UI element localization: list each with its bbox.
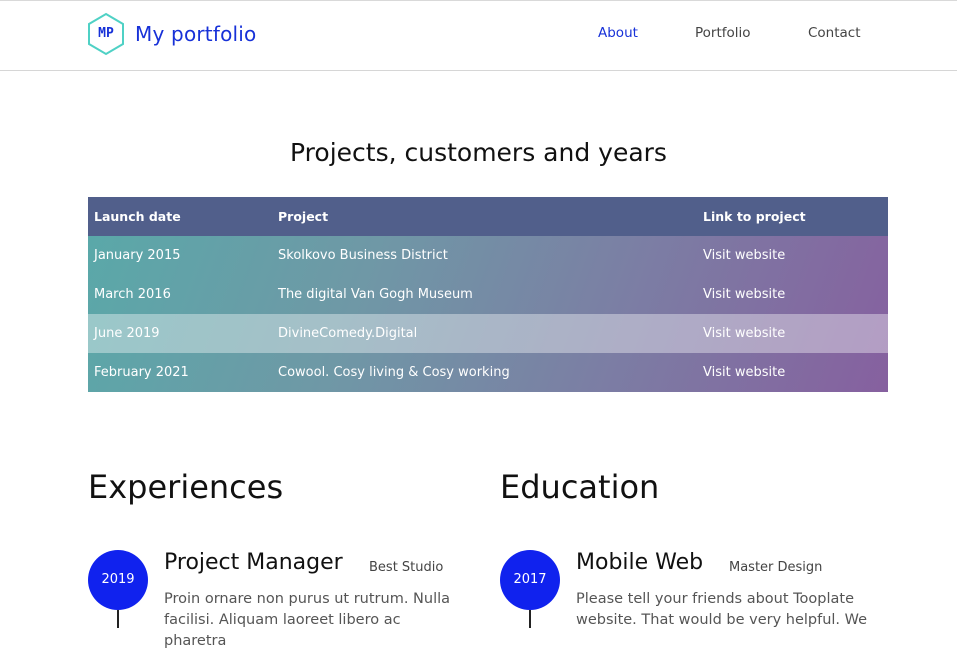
visit-website-link[interactable]: Visit website [703,236,785,275]
timeline-line [117,610,119,628]
visit-website-link[interactable]: Visit website [703,314,785,353]
row-date: March 2016 [94,287,171,302]
table-row: June 2019 DivineComedy.Digital Visit web… [88,314,888,353]
table-row: February 2021 Cowool. Cosy living & Cosy… [88,353,888,392]
timeline-line [529,610,531,628]
table-row: March 2016 The digital Van Gogh Museum V… [88,275,888,314]
projects-table: Launch date Project Link to project Janu… [88,197,888,392]
experience-company: Best Studio [369,560,444,575]
table-header: Launch date Project Link to project [88,197,888,236]
column-header-link: Link to project [703,209,806,224]
visit-website-link[interactable]: Visit website [703,353,785,392]
experiences-title: Experiences [88,468,284,506]
table-row: January 2015 Skolkovo Business District … [88,236,888,275]
education-course: Mobile Web [576,550,704,575]
education-year-badge: 2017 [500,550,560,610]
visit-website-link[interactable]: Visit website [703,275,785,314]
experience-description: Proin ornare non purus ut rutrum. Nulla … [164,591,451,649]
row-project: Skolkovo Business District [278,248,448,263]
row-project: Cowool. Cosy living & Cosy working [278,365,510,380]
education-description: Please tell your friends about Tooplate … [576,591,868,628]
nav-contact[interactable]: Contact [808,25,861,41]
experience-year-badge: 2019 [88,550,148,610]
education-title: Education [500,468,660,506]
nav-about[interactable]: About [598,25,638,41]
row-date: June 2019 [94,326,160,341]
row-date: February 2021 [94,365,189,380]
main-nav: About Portfolio Contact [0,25,957,45]
column-header-launch-date: Launch date [94,209,181,224]
row-date: January 2015 [94,248,181,263]
row-project: DivineComedy.Digital [278,326,418,341]
projects-title: Projects, customers and years [290,138,667,167]
education-school: Master Design [729,560,823,575]
experience-role: Project Manager [164,550,343,575]
navbar: MP My portfolio About Portfolio Contact [0,1,957,71]
nav-portfolio[interactable]: Portfolio [695,25,751,41]
column-header-project: Project [278,209,329,224]
row-project: The digital Van Gogh Museum [278,287,473,302]
